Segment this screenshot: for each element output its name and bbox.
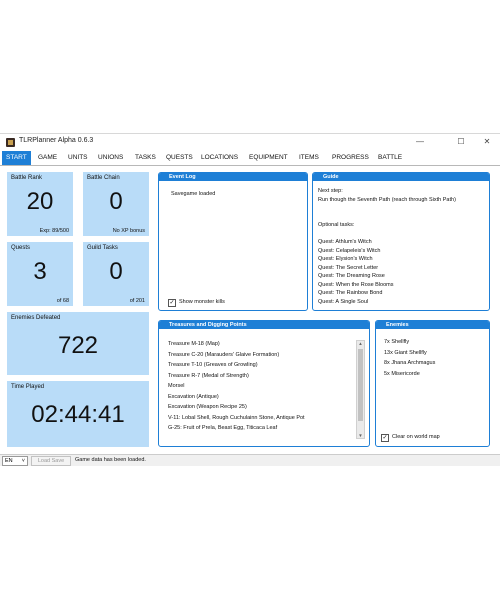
guild-tasks-total: of 201 (129, 298, 145, 304)
language-value: EN (5, 458, 13, 464)
quests-tile: Quests 3 of 68 (7, 242, 73, 306)
treasure-item: Treasure C-20 (Marauders' Glaive Formati… (168, 351, 280, 358)
enemy-item: 5x Misericorde (384, 370, 420, 377)
menu-game[interactable]: GAME (34, 151, 61, 165)
treasure-item: Treasure M-18 (Map) (168, 341, 220, 347)
status-bar: EN ˅ Load Save Game data has been loaded… (0, 454, 500, 466)
treasures-title: Treasures and Digging Points (159, 321, 369, 329)
menu-locations[interactable]: LOCATIONS (197, 151, 242, 165)
show-monster-kills-label: Show monster kills (179, 299, 225, 305)
treasure-item: Treasure T-10 (Greaves of Growling) (168, 362, 258, 368)
enemy-item: 7x Shellfly (384, 339, 410, 345)
load-save-button[interactable]: Load Save (31, 456, 71, 466)
treasure-item: V-11: Lobal Shell, Rough Cuchulainn Ston… (168, 414, 305, 421)
status-message: Game data has been loaded. (75, 457, 146, 463)
battle-chain-value: 0 (109, 188, 123, 215)
guide-quest: Quest: The Secret Letter (318, 264, 379, 271)
guide-quest: Quest: Athlum's Witch (318, 239, 372, 245)
treasures-panel: Treasures and Digging Points Treasure M-… (158, 320, 370, 447)
battle-rank-exp: Exp: 89/500 (39, 228, 69, 234)
enemies-defeated-tile: Enemies Defeated 722 (7, 312, 149, 375)
scroll-up-icon[interactable]: ▲ (357, 341, 364, 346)
language-select[interactable]: EN ˅ (2, 456, 28, 466)
event-log-entry: Savegame loaded (171, 191, 216, 197)
guide-quest: Quest: When the Rose Blooms (318, 281, 394, 288)
chevron-down-icon: ˅ (21, 458, 25, 464)
guide-optional-heading: Optional tasks: (318, 222, 355, 228)
treasure-item: G-25: Fruit of Prela, Beast Egg, Titicac… (168, 425, 278, 431)
guide-quest: Quest: The Dreaming Rose (318, 273, 385, 279)
time-played-tile: Time Played 02:44:41 (7, 381, 149, 447)
maximize-button[interactable]: ☐ (450, 135, 472, 149)
menu-items[interactable]: ITEMS (295, 151, 323, 165)
menu-battle[interactable]: BATTLE (374, 151, 406, 165)
enemies-panel: Enemies 7x Shellfly 13x Giant Shellfly 8… (375, 320, 490, 447)
guide-next-step-heading: Next step: (318, 188, 343, 194)
menu-quests[interactable]: QUESTS (162, 151, 197, 165)
show-monster-kills-checkbox[interactable]: ✓ Show monster kills (168, 299, 225, 307)
quests-value: 3 (33, 258, 47, 285)
guild-tasks-label: Guild Tasks (87, 245, 118, 251)
guide-title: Guide (313, 173, 489, 181)
clear-on-world-map-checkbox[interactable]: ✓ Clear on world map (381, 434, 440, 442)
menu-unions[interactable]: UNIONS (94, 151, 127, 165)
window-title: TLRPlanner Alpha 0.6.3 (19, 137, 94, 144)
menu-progress[interactable]: PROGRESS (328, 151, 373, 165)
event-log-panel: Event Log Savegame loaded ✓ Show monster … (158, 172, 308, 311)
main-window: TLRPlanner Alpha 0.6.3 — ☐ ✕ START GAME … (0, 133, 500, 467)
minimize-button[interactable]: — (409, 135, 431, 149)
time-played-value: 02:44:41 (31, 401, 125, 428)
close-button[interactable]: ✕ (476, 135, 498, 149)
enemies-title: Enemies (376, 321, 489, 329)
battle-chain-label: Battle Chain (87, 175, 120, 181)
guide-quest: Quest: Elysion's Witch (318, 256, 373, 262)
battle-chain-xp-bonus: No XP bonus (112, 228, 145, 234)
battle-rank-label: Battle Rank (11, 175, 43, 181)
time-played-label: Time Played (11, 384, 45, 390)
clear-on-world-map-label: Clear on world map (392, 434, 440, 440)
scroll-down-icon[interactable]: ▼ (357, 433, 364, 438)
checkmark-icon: ✓ (168, 299, 176, 307)
menu-start[interactable]: START (2, 151, 31, 165)
title-bar: TLRPlanner Alpha 0.6.3 — ☐ ✕ (0, 134, 500, 151)
scroll-thumb[interactable] (358, 349, 363, 421)
enemies-defeated-value: 722 (57, 332, 99, 359)
guide-quest: Quest: The Rainbow Bond (318, 290, 383, 296)
treasure-item: Morsel (168, 383, 185, 389)
battle-chain-tile: Battle Chain 0 No XP bonus (83, 172, 149, 236)
battle-rank-value: 20 (26, 188, 54, 215)
menu-units[interactable]: UNITS (64, 151, 92, 165)
treasures-scrollbar[interactable]: ▲ ▼ (356, 340, 365, 439)
enemy-item: 8x Jhana Archmagus (384, 360, 436, 366)
menu-tasks[interactable]: TASKS (131, 151, 160, 165)
guild-tasks-value: 0 (109, 258, 123, 285)
guide-panel: Guide Next step: Run though the Seventh … (312, 172, 490, 311)
menu-equipment[interactable]: EQUIPMENT (245, 151, 292, 165)
treasure-item: Excavation (Weapon Recipe 25) (168, 404, 247, 410)
guide-quest: Quest: Celapeleis's Witch (318, 247, 381, 254)
menu-bar: START GAME UNITS UNIONS TASKS QUESTS LOC… (0, 151, 500, 166)
enemy-item: 13x Giant Shellfly (384, 349, 427, 356)
treasure-item: Treasure R-7 (Medal of Strength) (168, 372, 249, 379)
event-log-title: Event Log (159, 173, 307, 181)
checkmark-icon: ✓ (381, 434, 389, 442)
quests-label: Quests (11, 245, 31, 251)
quests-total: of 68 (56, 298, 69, 304)
app-icon (6, 138, 15, 147)
treasure-item: Excavation (Antique) (168, 393, 219, 400)
guide-quest: Quest: A Single Soul (318, 298, 369, 305)
battle-rank-tile: Battle Rank 20 Exp: 89/500 (7, 172, 73, 236)
enemies-defeated-label: Enemies Defeated (11, 315, 61, 321)
guide-next-step: Run though the Seventh Path (reach throu… (318, 196, 456, 203)
guild-tasks-tile: Guild Tasks 0 of 201 (83, 242, 149, 306)
